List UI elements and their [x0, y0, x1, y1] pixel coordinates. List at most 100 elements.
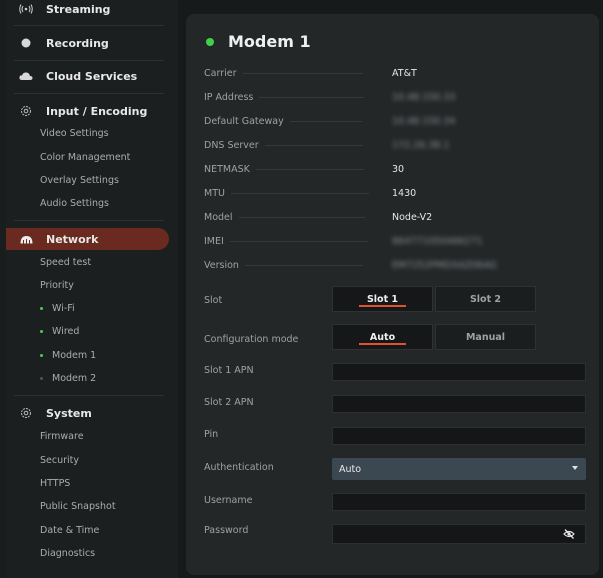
info-value: 864771050466271 — [392, 235, 483, 247]
info-label: Version — [204, 259, 239, 271]
password-field[interactable] — [332, 524, 586, 544]
modem-settings-panel: Modem 1 Carrier AT&T IP Address 10.48.15… — [186, 14, 599, 575]
leader-line — [244, 264, 363, 266]
sidebar-item-public-snapshot[interactable]: Public Snapshot — [40, 498, 116, 514]
slot-2-apn-field[interactable] — [332, 395, 586, 413]
sidebar-item-color-management[interactable]: Color Management — [40, 149, 130, 165]
authentication-select[interactable]: Auto — [332, 458, 586, 480]
info-value: 1430 — [392, 187, 417, 199]
info-row-model: Model Node-V2 — [204, 209, 589, 225]
info-row-carrier: Carrier AT&T — [204, 65, 589, 81]
info-row-imei: IMEI 864771050466271 — [204, 233, 589, 249]
gear-icon — [19, 406, 33, 420]
sidebar-item-date-time[interactable]: Date & Time — [40, 522, 99, 538]
username-label: Username — [204, 495, 253, 506]
record-icon — [19, 36, 33, 50]
authentication-label: Authentication — [204, 462, 274, 473]
config-auto-button[interactable]: Auto — [332, 324, 433, 350]
leader-line — [238, 216, 365, 218]
sidebar-item-cloud-services[interactable]: Cloud Services — [6, 65, 172, 87]
cloud-icon — [19, 69, 33, 83]
info-label: Default Gateway — [204, 115, 284, 127]
slot-1-apn-field[interactable] — [332, 363, 586, 381]
sidebar-item-label: Streaming — [46, 2, 111, 16]
status-dot — [40, 306, 43, 310]
sidebar-item-speed-test[interactable]: Speed test — [40, 254, 91, 270]
sidebar-item-label: Input / Encoding — [46, 104, 148, 118]
info-label: IP Address — [204, 91, 254, 103]
info-label: NETMASK — [204, 163, 250, 175]
sidebar-item-recording[interactable]: Recording — [6, 32, 172, 54]
password-label: Password — [204, 525, 249, 536]
sidebar-item-firmware[interactable]: Firmware — [40, 428, 84, 444]
sidebar-item-label: Network — [46, 232, 99, 246]
sidebar-item-label: Cloud Services — [46, 69, 138, 83]
pin-field[interactable] — [332, 427, 586, 445]
sidebar-item-streaming[interactable]: Streaming — [6, 0, 172, 20]
info-label: MTU — [204, 187, 225, 199]
divider — [14, 25, 164, 26]
app-window: Streaming Recording Cloud Services Input… — [6, 0, 603, 578]
sidebar-item-modem-1[interactable]: Modem 1 — [40, 347, 96, 363]
sidebar-item-wired[interactable]: Wired — [40, 323, 79, 339]
sidebar-item-wifi[interactable]: Wi-Fi — [40, 300, 75, 316]
info-value: AT&T — [392, 67, 417, 79]
authentication-value: Auto — [339, 463, 362, 475]
status-dot — [40, 329, 43, 333]
info-row-version: Version EM7252PMDXAZ06AG — [204, 257, 589, 273]
sidebar-item-network[interactable]: Network — [6, 228, 172, 250]
info-value: 172.26.38.1 — [392, 139, 450, 151]
page-title: Modem 1 — [228, 32, 311, 51]
panel-header: Modem 1 — [206, 32, 311, 51]
info-label: IMEI — [204, 235, 224, 247]
divider — [14, 60, 164, 61]
info-label: Model — [204, 211, 233, 223]
info-row-ip-address: IP Address 10.48.150.33 — [204, 89, 589, 105]
chevron-down-icon — [572, 466, 578, 470]
sidebar-item-diagnostics[interactable]: Diagnostics — [40, 545, 95, 561]
slot-2-button[interactable]: Slot 2 — [435, 286, 536, 312]
divider — [14, 93, 164, 94]
info-row-default-gateway: Default Gateway 10.48.150.34 — [204, 113, 589, 129]
configuration-mode-label: Configuration mode — [204, 334, 299, 345]
sidebar-item-label: Wi-Fi — [52, 302, 75, 314]
status-dot — [40, 376, 43, 380]
sidebar-item-label: Recording — [46, 36, 109, 50]
sidebar-item-label: Modem 1 — [52, 349, 97, 361]
username-field[interactable] — [332, 493, 586, 511]
slot-1-apn-label: Slot 1 APN — [204, 365, 254, 376]
leader-line — [242, 72, 363, 74]
info-label: Carrier — [204, 67, 237, 79]
info-value: 10.48.150.34 — [392, 115, 456, 127]
sidebar-item-input-encoding[interactable]: Input / Encoding — [6, 100, 172, 122]
sidebar-item-modem-2[interactable]: Modem 2 — [40, 370, 96, 386]
sidebar-item-https[interactable]: HTTPS — [40, 475, 70, 491]
pin-label: Pin — [204, 429, 219, 440]
info-value: 10.48.150.33 — [392, 91, 456, 103]
leader-line — [264, 144, 363, 146]
info-value: Node-V2 — [392, 211, 433, 223]
sidebar-item-label: Modem 2 — [52, 372, 97, 384]
info-row-netmask: NETMASK 30 — [204, 161, 589, 177]
info-value: 30 — [392, 163, 405, 175]
info-row-mtu: MTU 1430 — [204, 185, 589, 201]
status-dot — [206, 37, 214, 46]
info-value: EM7252PMDXAZ06AG — [392, 259, 497, 271]
sidebar-item-video-settings[interactable]: Video Settings — [40, 125, 109, 141]
sidebar: Streaming Recording Cloud Services Input… — [6, 0, 178, 578]
sidebar-item-label: Wired — [52, 325, 80, 337]
sidebar-item-system[interactable]: System — [6, 402, 172, 424]
info-label: DNS Server — [204, 139, 259, 151]
status-dot — [40, 353, 43, 357]
sidebar-item-overlay-settings[interactable]: Overlay Settings — [40, 172, 119, 188]
sidebar-item-audio-settings[interactable]: Audio Settings — [40, 195, 109, 211]
leader-line — [230, 192, 369, 194]
sidebar-item-priority[interactable]: Priority — [40, 277, 74, 293]
sidebar-item-security[interactable]: Security — [40, 452, 79, 468]
divider — [14, 395, 164, 396]
slot-label: Slot — [204, 295, 223, 306]
eye-off-icon[interactable] — [563, 528, 575, 540]
slot-1-button[interactable]: Slot 1 — [332, 286, 433, 312]
config-manual-button[interactable]: Manual — [435, 324, 536, 350]
sidebar-item-label: System — [46, 406, 92, 420]
